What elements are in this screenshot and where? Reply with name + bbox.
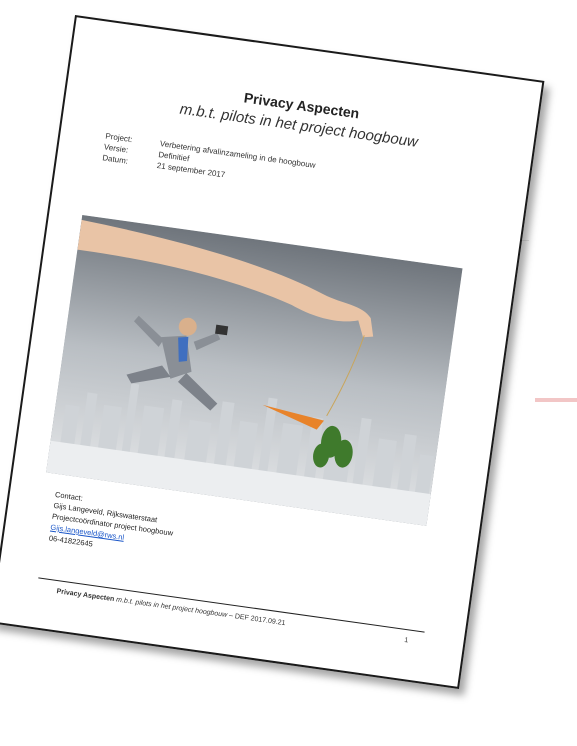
- cover-photo: [46, 214, 463, 526]
- page-number: 1: [403, 636, 409, 645]
- footer-title: Privacy Aspecten: [56, 588, 115, 604]
- background-accent-line: [535, 398, 577, 402]
- footer-subtitle: m.b.t. pilots in het project hoogbouw: [115, 596, 228, 619]
- cover-photo-illustration: [46, 214, 463, 526]
- footer-divider: [38, 577, 425, 633]
- footer-version: – DEF 2017.09.21: [228, 612, 286, 628]
- document-cover-page: Privacy Aspecten m.b.t. pilots in het pr…: [0, 15, 545, 689]
- document-meta: Project: Verbetering afvalinzameling in …: [102, 130, 317, 192]
- contact-block: Contact: Gijs Langeveld, Rijkswaterstaat…: [48, 489, 177, 560]
